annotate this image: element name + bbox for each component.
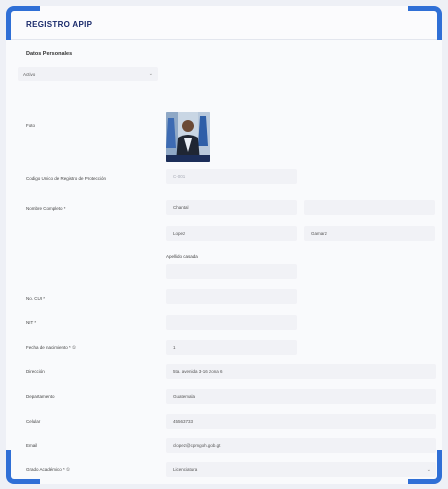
form-panel: REGISTRO APIP Datos Personales Activo ⌄ … <box>6 6 442 484</box>
primer-apellido-input[interactable]: Lopez <box>166 226 297 241</box>
label-nombre: Nombre Completo * <box>26 206 66 211</box>
frame-corner-top-right <box>408 6 442 40</box>
apellido-casada-input[interactable] <box>166 264 297 279</box>
section-title: Datos Personales <box>26 51 73 57</box>
celular-input[interactable]: 45563733 <box>166 414 436 429</box>
frame-corner-bottom-right <box>408 450 442 484</box>
grado-select-value: Licenciatura <box>173 467 198 472</box>
frame-corner-bottom-left <box>6 450 40 484</box>
grado-select[interactable]: Licenciatura ⌄ <box>166 462 436 477</box>
label-celular: Celular <box>26 419 41 424</box>
email-input[interactable]: clopez@cpmgoh.gob.gt <box>166 438 436 453</box>
nit-input[interactable] <box>166 315 297 330</box>
status-select-value: Activo <box>23 71 36 77</box>
panel-header: REGISTRO APIP <box>6 6 442 40</box>
fecha-input[interactable]: 1 <box>166 340 297 355</box>
status-select[interactable]: Activo ⌄ <box>18 67 158 81</box>
segundo-apellido-input[interactable]: Gamarz <box>304 226 435 241</box>
chevron-down-icon: ⌄ <box>148 71 153 77</box>
label-email: Email <box>26 443 38 448</box>
frame-corner-top-left <box>6 6 40 40</box>
primer-nombre-input[interactable]: Chantal <box>166 200 297 215</box>
label-fecha: Fecha de nacimiento * ① <box>26 345 77 350</box>
cui-input[interactable] <box>166 289 297 304</box>
label-codigo: Codigo Unico de Registro de Protección <box>26 176 107 181</box>
codigo-input[interactable]: C-001 <box>166 169 297 184</box>
direccion-input[interactable]: 5ta. avenida 3-16 zona 6 <box>166 364 436 379</box>
departamento-input[interactable]: Guatemala <box>166 389 436 404</box>
segundo-nombre-input[interactable] <box>304 200 435 215</box>
label-departamento: Departamento <box>26 394 55 399</box>
label-nit: NIT * <box>26 320 37 325</box>
label-cui: No. CUI * <box>26 296 46 301</box>
label-direccion: Dirección <box>26 369 45 374</box>
profile-photo-image <box>166 112 210 162</box>
profile-photo[interactable] <box>166 112 210 162</box>
label-foto: Foto <box>26 123 36 128</box>
label-apellido-casada: Apellido casada <box>166 254 198 259</box>
